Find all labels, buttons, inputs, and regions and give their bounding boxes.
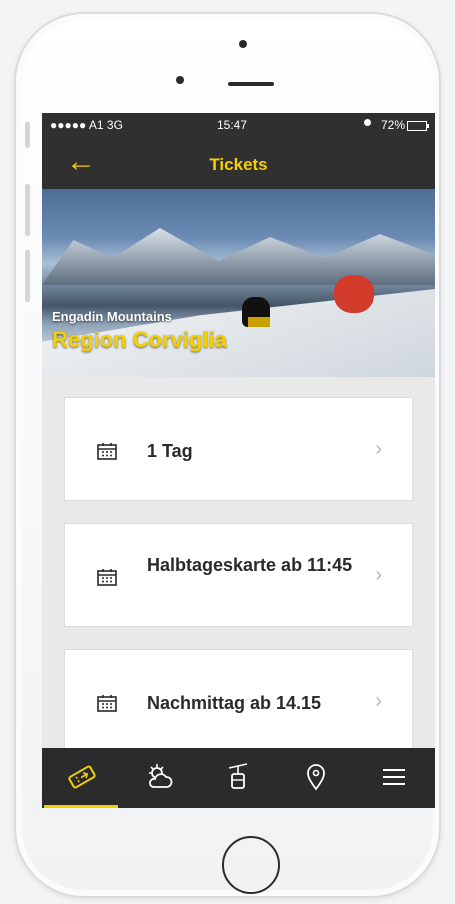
tab-weather[interactable] bbox=[120, 748, 198, 808]
tab-tickets[interactable] bbox=[42, 748, 120, 808]
location-pin-icon bbox=[307, 764, 325, 791]
weather-icon bbox=[149, 764, 173, 788]
tab-lifts[interactable] bbox=[198, 748, 276, 808]
mute-switch bbox=[25, 122, 30, 148]
calendar-icon bbox=[97, 443, 117, 460]
chevron-right-icon: › bbox=[375, 438, 382, 460]
page-title: Tickets bbox=[209, 155, 268, 174]
calendar-icon bbox=[97, 695, 117, 712]
volume-down-button bbox=[25, 250, 30, 302]
chevron-right-icon: › bbox=[375, 564, 382, 586]
hero-title: Region Corviglia bbox=[52, 327, 227, 352]
volume-up-button bbox=[25, 184, 30, 236]
ticket-label: Halbtageskarte ab 11:45 bbox=[147, 555, 353, 575]
cable-car-icon bbox=[228, 763, 248, 789]
status-bar: ●●●●● A1 3G 15:47 72% bbox=[42, 113, 435, 137]
status-time: 15:47 bbox=[217, 118, 248, 132]
battery-percent: 72% bbox=[380, 118, 405, 132]
ticket-label: Nachmittag ab 14.15 bbox=[147, 693, 322, 713]
front-sensor bbox=[239, 40, 247, 48]
battery-icon bbox=[407, 121, 429, 131]
ticket-label: 1 Tag bbox=[147, 441, 193, 461]
home-button[interactable] bbox=[222, 836, 280, 894]
chevron-right-icon: › bbox=[375, 690, 382, 712]
carrier-label: ●●●●● A1 3G bbox=[50, 118, 123, 132]
hero-subtitle: Engadin Mountains bbox=[52, 309, 172, 324]
ticket-item-halbtageskarte[interactable]: Halbtageskarte ab 11:45 › bbox=[64, 523, 413, 627]
ticket-item-nachmittag[interactable]: Nachmittag ab 14.15 › bbox=[64, 649, 413, 753]
front-camera bbox=[176, 76, 184, 84]
top-navigation-bar: ← Tickets bbox=[42, 137, 435, 189]
tab-menu[interactable] bbox=[354, 748, 432, 808]
hero-image: Engadin Mountains Region Corviglia bbox=[42, 189, 435, 377]
bottom-tab-bar bbox=[42, 748, 435, 808]
app-screen: ●●●●● A1 3G 15:47 72% ← Tickets Engadin … bbox=[42, 113, 435, 808]
tab-map[interactable] bbox=[276, 748, 354, 808]
ticket-item-1-tag[interactable]: 1 Tag › bbox=[64, 397, 413, 501]
skier-pants bbox=[248, 317, 270, 327]
earpiece-speaker bbox=[228, 82, 274, 86]
ticket-icon bbox=[68, 765, 96, 789]
skier-red-jacket bbox=[334, 275, 374, 313]
alarm-icon bbox=[364, 119, 371, 126]
mountain-range bbox=[42, 228, 435, 285]
calendar-icon bbox=[97, 569, 117, 586]
menu-icon bbox=[383, 769, 405, 785]
